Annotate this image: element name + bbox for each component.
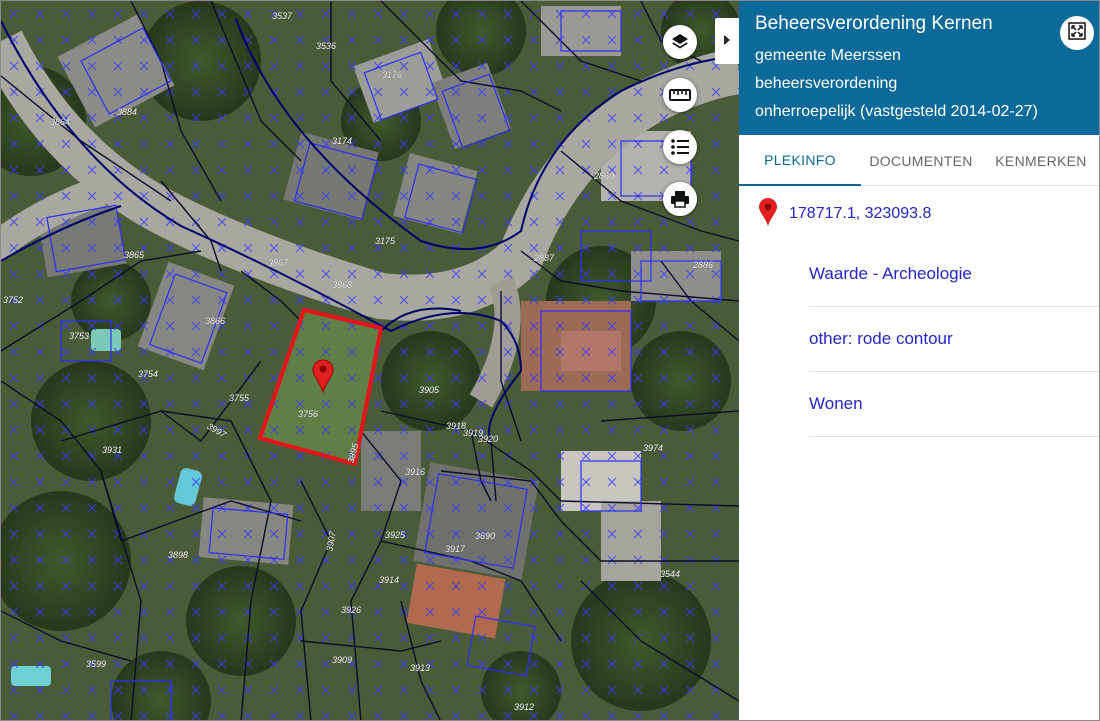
fullscreen-button[interactable]: [1060, 16, 1094, 50]
parcel-number-label: 3898: [168, 550, 188, 560]
panel-header: Beheersverordening Kernen gemeente Meers…: [739, 1, 1099, 135]
info-item-wonen[interactable]: Wonen: [809, 372, 1099, 437]
parcel-number-label: 2860: [593, 171, 614, 181]
info-item-rode-contour[interactable]: other: rode contour: [809, 307, 1099, 372]
chevron-right-icon: [723, 32, 731, 50]
plan-title: Beheersverordening Kernen: [755, 13, 993, 34]
layers-icon: [670, 32, 690, 52]
parcel-number-label: 3753: [69, 331, 89, 341]
tab-kenmerken[interactable]: KENMERKEN: [981, 135, 1099, 186]
parcel-number-label: 3536: [316, 41, 336, 51]
parcel-number-label: 3913: [410, 663, 430, 673]
zoning-hatch-overlay: [1, 1, 739, 720]
panel-tabs: PLEKINFO DOCUMENTEN KENMERKEN: [739, 135, 1099, 186]
legend-button[interactable]: [663, 130, 697, 164]
map-pin-icon: [759, 197, 777, 231]
parcel-number-label: 3537: [272, 11, 293, 21]
parcel-number-label: 3868: [332, 280, 352, 290]
parcel-number-label: 3914: [379, 575, 399, 585]
parcel-number-label: 3916: [405, 467, 425, 477]
parcel-number-label: 3884: [117, 107, 137, 117]
parcel-number-label: 3754: [138, 369, 158, 379]
parcel-number-label: 2886: [692, 260, 713, 270]
plan-type-label: beheersverordening: [755, 75, 898, 92]
layers-button[interactable]: [663, 25, 697, 59]
tab-documenten[interactable]: DOCUMENTEN: [861, 135, 981, 186]
measure-button[interactable]: [663, 78, 697, 112]
parcel-number-label: 3867: [268, 258, 289, 268]
parcel-number-label: 3690: [475, 531, 495, 541]
location-row: 178717.1, 323093.8: [739, 186, 1099, 242]
parcel-number-label: 3752: [3, 295, 23, 305]
municipality-label: gemeente Meerssen: [755, 47, 901, 64]
parcel-number-label: 2887: [533, 253, 555, 263]
parcel-number-label: 3544: [660, 569, 680, 579]
parcel-number-label: 3756: [298, 409, 318, 419]
app-window: 3537 3536 3176 3864 3884 3174 2860 3175 3865 3867…: [0, 0, 1100, 721]
parcel-number-label: 3865: [124, 250, 145, 260]
parcel-number-label: 3926: [341, 605, 361, 615]
tab-plekinfo[interactable]: PLEKINFO: [739, 135, 861, 186]
parcel-number-label: 3917: [445, 544, 466, 554]
location-coordinates: 178717.1, 323093.8: [789, 205, 932, 222]
parcel-number-label: 3909: [332, 655, 352, 665]
expand-icon: [1067, 21, 1087, 46]
print-icon: [670, 190, 690, 208]
legend-list-icon: [670, 138, 690, 156]
parcel-number-label: 3920: [478, 434, 498, 444]
parcel-number-label: 3175: [375, 236, 396, 246]
parcel-number-label: 3905: [419, 385, 440, 395]
parcel-number-label: 3864: [50, 117, 70, 127]
ruler-icon: [669, 88, 691, 102]
parcel-number-label: 3931: [102, 445, 122, 455]
parcel-number-label: 3912: [514, 702, 534, 712]
plan-info-list: Waarde - Archeologie other: rode contour…: [809, 242, 1099, 437]
aerial-map[interactable]: 3537 3536 3176 3864 3884 3174 2860 3175 3865 3867…: [1, 1, 739, 721]
info-panel: Beheersverordening Kernen gemeente Meers…: [739, 1, 1099, 720]
collapse-panel-button[interactable]: [715, 18, 739, 64]
map-canvas[interactable]: 3537 3536 3176 3864 3884 3174 2860 3175 3865 3867…: [1, 1, 739, 721]
info-item-archeologie[interactable]: Waarde - Archeologie: [809, 242, 1099, 307]
parcel-number-label: 3176: [382, 70, 402, 80]
parcel-number-label: 3866: [205, 316, 225, 326]
print-button[interactable]: [663, 182, 697, 216]
plan-status-label: onherroepelijk (vastgesteld 2014-02-27): [755, 103, 1038, 120]
parcel-number-label: 3755: [229, 393, 250, 403]
parcel-number-label: 3174: [332, 136, 352, 146]
parcel-number-label: 3599: [86, 659, 106, 669]
parcel-number-label: 3925: [385, 530, 406, 540]
parcel-number-label: 3974: [643, 443, 663, 453]
